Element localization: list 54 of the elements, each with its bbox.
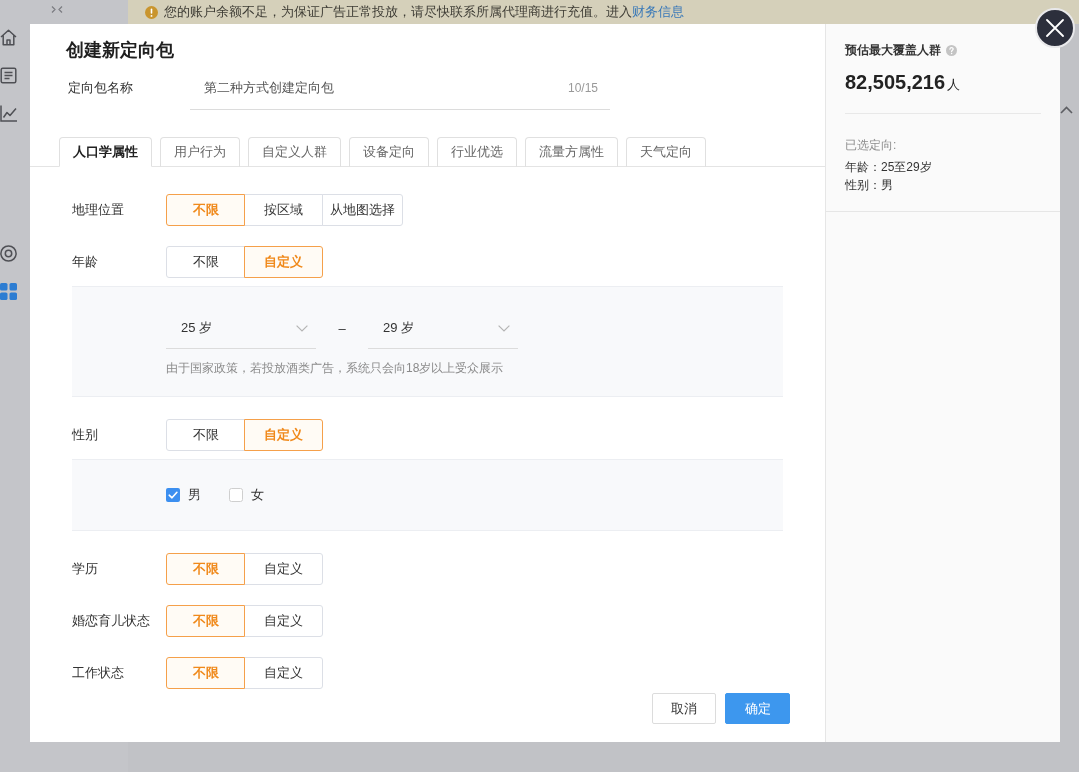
field-label: 定向包名称 [68,79,134,97]
tab[interactable]: 人口学属性 [59,137,152,167]
field-label: 地理位置 [72,201,125,219]
chart-icon[interactable] [0,104,17,122]
checkbox[interactable] [229,488,243,502]
select-value: 25 岁 [181,319,213,337]
chevron-down-icon [296,324,308,332]
banner-message: 您的账户余额不足，为保证广告正常投放，请尽快联系所属代理商进行充值。进入财务信息 [164,3,684,22]
collapse-icon[interactable] [51,5,63,13]
field-label: 年龄 [72,253,99,271]
selected-item: 性别：男 [845,176,893,194]
tab[interactable]: 用户行为 [160,137,240,167]
input-value: 第二种方式创建定向包 [204,79,334,97]
field-label: 性别 [72,426,99,444]
char-counter: 10/15 [567,80,598,97]
option-button[interactable]: 不限 [166,246,245,278]
summary-title: 预估最大覆盖人群 [845,42,941,59]
target-icon[interactable] [0,244,17,262]
field-label: 婚恋育儿状态 [72,612,151,630]
checkbox[interactable] [166,488,180,502]
grid-icon[interactable] [0,282,17,300]
option-button[interactable]: 不限 [166,419,245,451]
checkbox-label: 女 [251,486,264,504]
dialog-title: 创建新定向包 [66,39,174,62]
checkbox-label: 男 [188,486,201,504]
close-icon [1046,19,1064,37]
select-value: 29 岁 [383,319,415,337]
field-label: 学历 [72,560,99,578]
option-button[interactable]: 自定义 [244,657,323,689]
option-button[interactable]: 自定义 [244,553,323,585]
age-select[interactable]: 29 岁 [368,308,518,349]
cancel-button[interactable]: 取消 [652,693,716,724]
option-button[interactable]: 自定义 [244,605,323,637]
tab[interactable]: 流量方属性 [525,137,618,167]
count-unit: 人 [947,76,961,94]
tab[interactable]: 设备定向 [349,137,429,167]
audience-count: 82,505,216 [845,70,946,94]
field-label: 工作状态 [72,664,125,682]
chevron-up-icon[interactable] [1060,106,1073,114]
name-input[interactable]: 第二种方式创建定向包 10/15 [190,76,610,110]
chevron-down-icon [498,324,510,332]
age-select[interactable]: 25 岁 [166,308,316,349]
range-dash: – [338,319,346,338]
warning-icon [145,5,158,19]
selected-title: 已选定向: [845,136,897,154]
selected-item: 年龄：25至29岁 [845,158,932,176]
option-button[interactable]: 从地图选择 [322,194,403,226]
document-icon[interactable] [0,66,17,84]
option-button[interactable]: 按区域 [244,194,323,226]
home-icon[interactable] [0,28,17,46]
tab[interactable]: 行业优选 [437,137,517,167]
tab[interactable]: 自定义人群 [248,137,341,167]
tab[interactable]: 天气定向 [626,137,706,167]
policy-note: 由于国家政策，若投放酒类广告，系统只会向18岁以上受众展示 [166,360,504,377]
